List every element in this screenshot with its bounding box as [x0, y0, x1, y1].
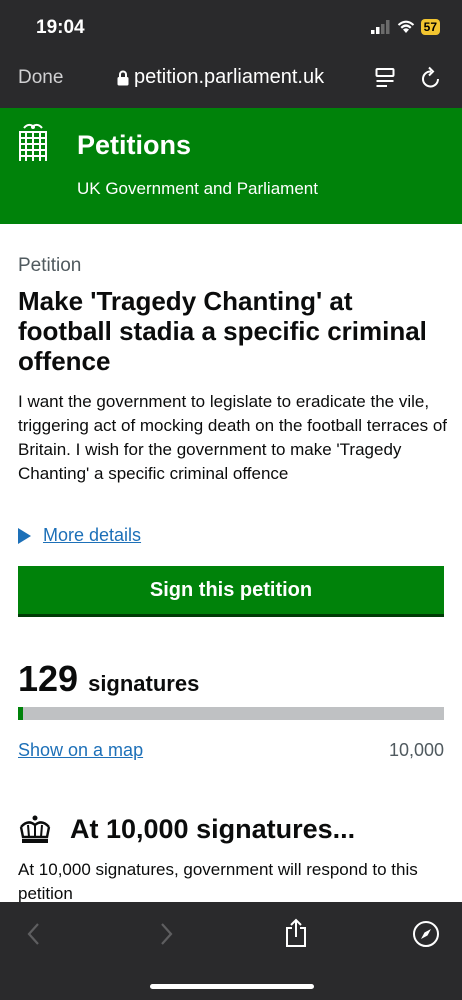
status-time: 19:04 — [36, 17, 85, 38]
signature-progress-fill — [18, 707, 24, 720]
signature-number: 129 — [18, 658, 79, 699]
compass-icon[interactable] — [412, 920, 440, 948]
back-icon[interactable] — [26, 922, 42, 946]
threshold-text: At 10,000 signatures, government will re… — [18, 860, 418, 903]
more-details-link[interactable]: More details — [43, 525, 141, 546]
threshold-title: At 10,000 signatures... — [70, 814, 356, 844]
show-on-map-link[interactable]: Show on a map — [18, 740, 143, 761]
disclosure-triangle-icon — [18, 527, 31, 544]
cellular-signal-icon — [370, 20, 390, 34]
petition-caption: Petition — [18, 255, 82, 276]
share-icon[interactable] — [284, 918, 308, 948]
signature-label: signatures — [88, 671, 200, 696]
signature-progress-bar — [18, 707, 444, 720]
more-details-toggle[interactable]: More details — [18, 525, 141, 546]
url-text: petition.parliament.uk — [134, 66, 325, 88]
reload-icon[interactable] — [420, 66, 442, 90]
sign-petition-button[interactable]: Sign this petition — [18, 566, 444, 614]
site-header: Petitions UK Government and Parliament — [0, 108, 462, 224]
site-title[interactable]: Petitions — [77, 130, 191, 161]
petition-description: I want the government to legislate to er… — [18, 392, 448, 483]
reader-mode-icon[interactable] — [375, 66, 395, 90]
portcullis-crest-icon[interactable] — [18, 123, 48, 163]
signature-target: 10,000 — [388, 740, 444, 760]
done-button[interactable]: Done — [18, 67, 63, 89]
site-subtitle: UK Government and Parliament — [77, 179, 318, 198]
home-indicator — [150, 984, 314, 989]
battery-indicator: 57 — [420, 19, 440, 35]
signature-count: 129 signatures — [18, 658, 199, 700]
threshold-heading: At 10,000 signatures... — [18, 814, 355, 845]
status-icons: 57 — [370, 19, 440, 35]
crown-icon — [19, 815, 51, 843]
forward-icon[interactable] — [158, 922, 174, 946]
browser-chrome: 19:04 57 Done petition.parliament.uk — [0, 0, 462, 108]
url-bar[interactable]: petition.parliament.uk — [117, 66, 324, 89]
wifi-icon — [397, 20, 414, 33]
petition-title: Make 'Tragedy Chanting' at football stad… — [18, 286, 427, 376]
lock-icon — [117, 70, 129, 85]
